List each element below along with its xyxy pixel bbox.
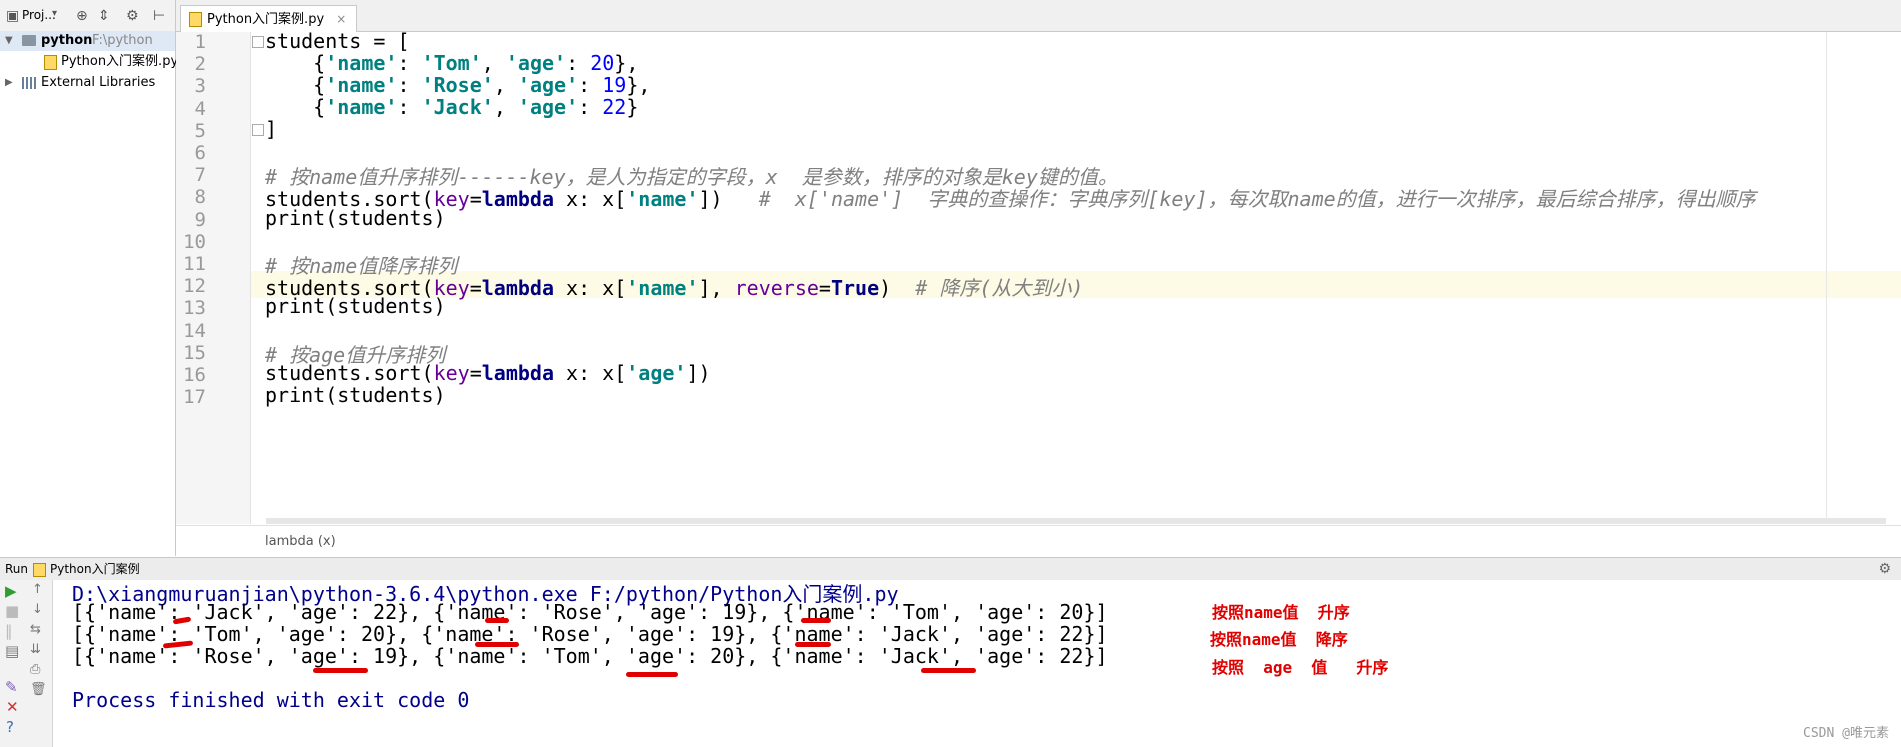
fold-icon[interactable] xyxy=(252,36,264,48)
line-number: 14 xyxy=(183,319,206,342)
layout-icon[interactable]: ▤ xyxy=(5,642,19,660)
code-line: {'name': 'Rose', 'age': 19}, xyxy=(265,73,651,97)
run-label: Run xyxy=(5,562,29,576)
gear-icon[interactable]: ⚙ xyxy=(1878,558,1891,580)
tree-file-label: Python入门案例.py xyxy=(61,54,179,69)
external-libraries-label: External Libraries xyxy=(41,75,156,90)
console-line: [{'name': 'Rose', 'age': 19}, {'name': '… xyxy=(72,644,1108,668)
line-number: 3 xyxy=(194,75,206,98)
annotation-mark xyxy=(475,642,519,647)
annotation-mark xyxy=(485,618,509,623)
scroll-to-end-icon[interactable]: ⇊ xyxy=(30,642,41,657)
console-line: [{'name': 'Tom', 'age': 20}, {'name': 'R… xyxy=(72,622,1108,646)
line-number: 11 xyxy=(183,253,206,275)
project-icon: ▣ xyxy=(6,8,20,24)
code-line: {'name': 'Tom', 'age': 20}, xyxy=(265,51,639,75)
line-number: 8 xyxy=(194,186,206,209)
trash-icon[interactable]: 🗑 xyxy=(30,682,47,697)
run-toolbar: ▶ ↑ ■ ↓ ‖ ⇆ ▤ ⇊ ⎙ ✎ 🗑 ✕ ? xyxy=(0,580,53,747)
line-number: 13 xyxy=(183,297,206,320)
chevron-down-icon[interactable]: ▾ xyxy=(52,8,57,19)
help-icon[interactable]: ? xyxy=(6,718,14,736)
line-number: 7 xyxy=(194,164,206,187)
library-icon xyxy=(22,77,36,89)
line-number: 17 xyxy=(183,386,206,409)
annotation-mark xyxy=(801,618,831,623)
project-root-name: python xyxy=(41,33,93,48)
project-root-path: F:\python xyxy=(92,33,153,48)
arrow-down-icon[interactable]: ↓ xyxy=(32,602,43,617)
tree-item-file[interactable]: Python入门案例.py xyxy=(0,52,179,72)
code-line: students.sort(key=lambda x: x['age']) xyxy=(265,361,711,385)
code-line: print(students) xyxy=(265,383,446,407)
line-number: 12 xyxy=(183,275,206,298)
line-number: 1 xyxy=(194,31,206,53)
code-line: students = [ xyxy=(265,29,410,53)
rerun-icon[interactable]: ▶ xyxy=(5,582,17,600)
console-line: Process finished with exit code 0 xyxy=(72,688,470,712)
line-number: 5 xyxy=(194,119,206,142)
hide-panel-icon[interactable]: ⊢ xyxy=(153,8,165,24)
line-number-gutter: 1 2 3 4 5 6 7 8 9 10 11 12 13 14 15 16 17 xyxy=(176,31,251,524)
gear-icon[interactable]: ⚙ xyxy=(126,8,139,24)
line-number: 16 xyxy=(183,364,206,386)
python-file-icon xyxy=(33,563,46,577)
print-icon[interactable]: ⎙ xyxy=(30,662,40,677)
line-number: 10 xyxy=(183,230,206,253)
code-line: print(students) xyxy=(265,206,446,230)
line-number: 15 xyxy=(183,341,206,364)
horizontal-scrollbar[interactable] xyxy=(266,518,1886,524)
collapse-all-icon[interactable]: ⇕ xyxy=(98,8,110,24)
chevron-right-icon[interactable]: ▶ xyxy=(5,73,13,93)
watermark: CSDN @唯元素 xyxy=(1803,726,1889,741)
breadcrumb-item[interactable]: lambda (x) xyxy=(265,534,336,549)
project-view-selector[interactable]: Proj... xyxy=(22,8,56,22)
fold-icon[interactable] xyxy=(252,124,264,136)
tree-item-external-libraries[interactable]: ▶ External Libraries xyxy=(0,73,175,93)
code-line: ] xyxy=(265,117,278,141)
editor-tab-bar: Python入门案例.py × xyxy=(176,0,1901,32)
project-pane: ▣ Proj... ▾ ⊕ ⇕ ⚙ ⊢ ▼ python F:\python P… xyxy=(0,0,179,556)
soft-wrap-icon[interactable]: ⇆ xyxy=(30,622,41,637)
arrow-up-icon[interactable]: ↑ xyxy=(32,582,43,597)
close-icon[interactable]: × xyxy=(336,12,346,26)
close-icon[interactable]: ✕ xyxy=(6,698,19,716)
code-line: print(students) xyxy=(265,294,446,318)
chevron-down-icon[interactable]: ▼ xyxy=(5,31,13,51)
annotation-mark xyxy=(795,642,831,647)
pause-icon[interactable]: ‖ xyxy=(5,622,13,640)
annotation-note: 按照 age 值 升序 xyxy=(1212,658,1389,677)
console-line: [{'name': 'Jack', 'age': 22}, {'name': '… xyxy=(72,600,1108,624)
tab-label: Python入门案例.py xyxy=(207,12,325,27)
stop-icon[interactable]: ■ xyxy=(5,602,19,620)
python-file-icon xyxy=(189,12,202,27)
run-config-name[interactable]: Python入门案例 xyxy=(50,558,140,580)
code-editor[interactable]: 1 2 3 4 5 6 7 8 9 10 11 12 13 14 15 16 17 students = [ {… xyxy=(176,29,1901,524)
annotation-note: 按照name值 升序 xyxy=(1212,603,1350,622)
folder-icon xyxy=(22,35,36,46)
breadcrumb[interactable]: lambda (x) xyxy=(176,525,1901,557)
line-number: 4 xyxy=(194,97,206,120)
annotation-note: 按照name值 降序 xyxy=(1210,630,1348,649)
line-number: 9 xyxy=(194,208,206,231)
line-number: 6 xyxy=(194,142,206,164)
pin-icon[interactable]: ✎ xyxy=(5,678,18,696)
code-line: students.sort(key=lambda x: x['name']) #… xyxy=(265,187,1756,211)
right-margin-guide xyxy=(1826,32,1827,524)
console-output[interactable]: D:\xiangmuruanjian\python-3.6.4\python.e… xyxy=(53,580,1901,747)
line-number: 2 xyxy=(194,53,206,76)
tab-python-file[interactable]: Python入门案例.py × xyxy=(180,5,358,32)
tree-item-python[interactable]: ▼ python F:\python xyxy=(0,31,175,51)
annotation-mark xyxy=(313,668,368,673)
python-file-icon xyxy=(44,55,57,70)
annotation-mark xyxy=(921,668,976,673)
target-icon[interactable]: ⊕ xyxy=(76,8,88,24)
annotation-mark xyxy=(626,672,678,677)
code-line: {'name': 'Jack', 'age': 22} xyxy=(265,95,639,119)
